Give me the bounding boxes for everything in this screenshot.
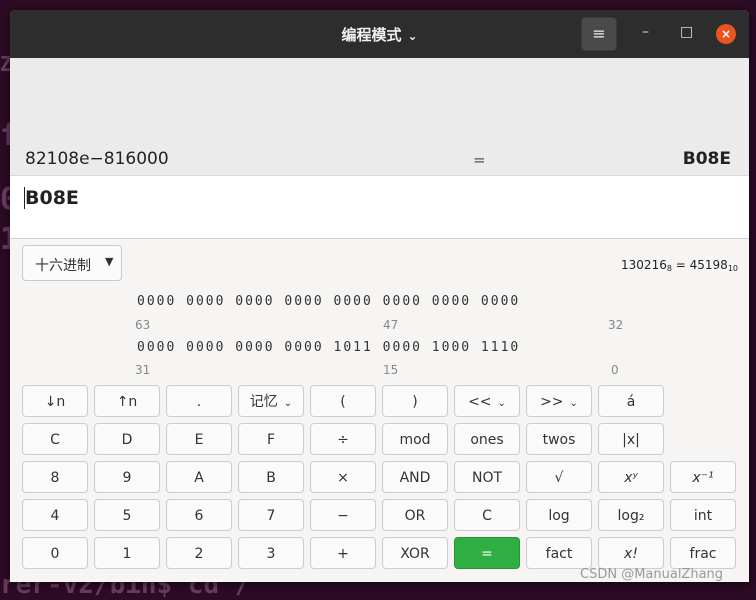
key-hex-d[interactable]: D <box>94 423 160 455</box>
bit-index: 31 <box>135 363 151 377</box>
key-6[interactable]: 6 <box>166 499 232 531</box>
key-shift-right-label: >> <box>540 394 564 410</box>
key-3[interactable]: 3 <box>238 537 304 569</box>
display-value[interactable]: B08E <box>24 187 79 209</box>
bit-index: 63 <box>135 318 151 332</box>
key-close-paren[interactable]: ) <box>382 385 448 417</box>
key-1[interactable]: 1 <box>94 537 160 569</box>
bit-row-low[interactable]: 0000 0000 0000 0000 1011 0000 1000 1110 <box>137 340 520 355</box>
key-9[interactable]: 9 <box>94 461 160 493</box>
key-clear[interactable]: C <box>454 499 520 531</box>
watermark: CSDN @ManualZhang <box>580 567 724 582</box>
key-multiply[interactable]: × <box>310 461 376 493</box>
key-factorial[interactable]: x! <box>598 537 664 569</box>
caret-down-icon: ▼ <box>105 255 114 268</box>
bit-index: 15 <box>383 363 399 377</box>
decimal-value: 45198 <box>689 258 728 272</box>
hamburger-icon: ≡ <box>592 24 606 43</box>
key-hex-e[interactable]: E <box>166 423 232 455</box>
key-shift-right[interactable]: >> ⌄ <box>526 385 592 417</box>
key-0[interactable]: 0 <box>22 537 88 569</box>
calculator-window: 编程模式 ⌄ ≡ – □ × 82108e−816000 = B08E B08E … <box>10 10 749 582</box>
key-twos[interactable]: twos <box>526 423 592 455</box>
key-open-paren[interactable]: ( <box>310 385 376 417</box>
key-power[interactable]: xʸ <box>598 461 664 493</box>
window-title: 编程模式 <box>341 26 402 44</box>
maximize-button[interactable]: □ <box>680 24 693 40</box>
key-log[interactable]: log <box>526 499 592 531</box>
octal-value: 130216 <box>621 258 667 272</box>
key-frac[interactable]: frac <box>670 537 736 569</box>
close-button[interactable]: × <box>716 24 736 44</box>
key-hex-a[interactable]: A <box>166 461 232 493</box>
conversion-equals: = <box>671 258 690 272</box>
key-inverse[interactable]: x⁻¹ <box>670 461 736 493</box>
key-not[interactable]: NOT <box>454 461 520 493</box>
key-hex-c[interactable]: C <box>22 423 88 455</box>
key-4[interactable]: 4 <box>22 499 88 531</box>
number-base-label: 十六进制 <box>35 258 91 274</box>
key-point[interactable]: . <box>166 385 232 417</box>
key-shift-left[interactable]: << ⌄ <box>454 385 520 417</box>
key-int[interactable]: int <box>670 499 736 531</box>
key-subtract[interactable]: − <box>310 499 376 531</box>
key-mod[interactable]: mod <box>382 423 448 455</box>
key-shift-left-label: << <box>468 394 492 410</box>
key-5[interactable]: 5 <box>94 499 160 531</box>
chevron-down-icon: ⌄ <box>569 398 578 409</box>
key-divide[interactable]: ÷ <box>310 423 376 455</box>
key-8[interactable]: 8 <box>22 461 88 493</box>
display-entry[interactable]: B08E <box>10 175 749 239</box>
key-shift-up[interactable]: ↑n <box>94 385 160 417</box>
key-fact[interactable]: fact <box>526 537 592 569</box>
bit-index: 0 <box>611 363 619 377</box>
number-base-dropdown[interactable]: 十六进制 ▼ <box>22 245 122 281</box>
key-abs[interactable]: |x| <box>598 423 664 455</box>
key-hex-f[interactable]: F <box>238 423 304 455</box>
decimal-subscript: 10 <box>727 264 738 273</box>
titlebar: 编程模式 ⌄ ≡ – □ × <box>10 10 749 58</box>
key-memory[interactable]: 记忆 ⌄ <box>238 385 304 417</box>
chevron-down-icon: ⌄ <box>497 398 506 409</box>
minimize-button[interactable]: – <box>642 24 649 40</box>
key-xor[interactable]: XOR <box>382 537 448 569</box>
key-7[interactable]: 7 <box>238 499 304 531</box>
key-or[interactable]: OR <box>382 499 448 531</box>
chevron-down-icon: ⌄ <box>283 398 293 409</box>
key-log2[interactable]: log₂ <box>598 499 664 531</box>
mode-switcher[interactable]: 编程模式 ⌄ <box>10 24 749 45</box>
base-conversion: 1302168 = 4519810 <box>621 258 738 273</box>
menu-button[interactable]: ≡ <box>581 17 617 51</box>
key-add[interactable]: + <box>310 537 376 569</box>
key-2[interactable]: 2 <box>166 537 232 569</box>
key-and[interactable]: AND <box>382 461 448 493</box>
key-sqrt[interactable]: √ <box>526 461 592 493</box>
bit-row-high[interactable]: 0000 0000 0000 0000 0000 0000 0000 0000 <box>137 294 520 309</box>
history-pane: 82108e−816000 = B08E <box>10 58 749 175</box>
key-equals[interactable]: = <box>454 537 520 569</box>
history-equals: = <box>473 151 486 169</box>
chevron-down-icon: ⌄ <box>407 29 418 43</box>
bit-index: 32 <box>608 318 624 332</box>
close-icon: × <box>720 27 732 41</box>
history-result[interactable]: B08E <box>683 149 731 169</box>
history-expression[interactable]: 82108e−816000 <box>25 149 169 169</box>
key-shift-down[interactable]: ↓n <box>22 385 88 417</box>
key-memory-label: 记忆 <box>249 394 278 410</box>
bit-index: 47 <box>383 318 399 332</box>
key-char-code[interactable]: á <box>598 385 664 417</box>
key-ones[interactable]: ones <box>454 423 520 455</box>
key-hex-b[interactable]: B <box>238 461 304 493</box>
